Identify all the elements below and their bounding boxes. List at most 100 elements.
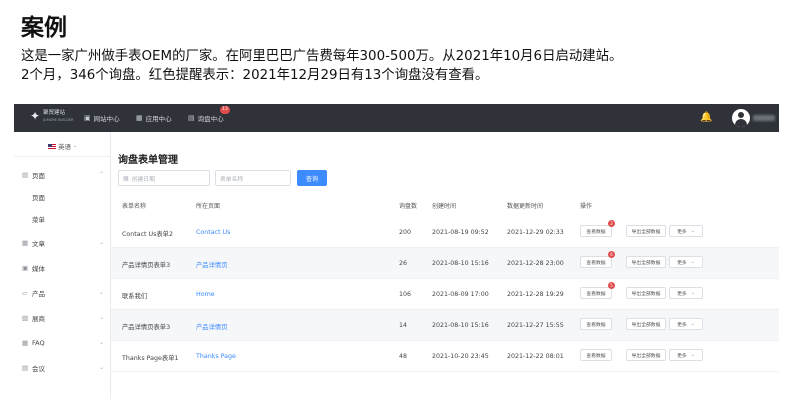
cell-created-time: 2021-08-10 15:16 bbox=[432, 260, 489, 267]
cell-inquiry-count: 48 bbox=[399, 353, 408, 360]
sidebar: 英语 ⌄ ▤ 页面 ⌃ 页面 菜单 ▦ 文章 ⌄ ▣ 媒体 ▱ 产品 ⌄ ▧ 展… bbox=[14, 132, 111, 399]
view-data-button[interactable]: 查看数据 bbox=[580, 318, 612, 330]
export-all-button[interactable]: 导出全部数据 bbox=[626, 349, 666, 361]
form-name-input[interactable]: 表单名称 bbox=[215, 170, 291, 186]
media-icon: ▣ bbox=[22, 264, 29, 272]
chevron-up-icon: ⌃ bbox=[98, 171, 104, 178]
date-filter-input[interactable]: ▦ 创建日期 bbox=[118, 170, 210, 186]
nav-label: 应用中心 bbox=[145, 115, 172, 123]
sidebar-item-label: 产品 bbox=[32, 290, 45, 298]
column-header-form-name: 表单名称 bbox=[122, 203, 147, 210]
logo-name: 聚贸建站 bbox=[43, 110, 66, 116]
top-navigation-bar: ✦ 聚贸建站 JUMORE BUILDER ▣ 网站中心 ▦ 应用中心 ▤ 询盘… bbox=[14, 104, 779, 132]
export-all-button[interactable]: 导出全部数据 bbox=[626, 318, 666, 330]
unread-badge: 5 bbox=[608, 282, 615, 289]
blurred-username[interactable] bbox=[753, 115, 775, 121]
view-data-button[interactable]: 查看数据 bbox=[580, 256, 612, 268]
main-content: 询盘表单管理 ▦ 创建日期 表单名称 查询 表单名称 所在页面 询盘数 创建时间… bbox=[111, 132, 779, 399]
page-title: 询盘表单管理 bbox=[118, 155, 178, 166]
cell-inquiry-count: 106 bbox=[399, 291, 412, 298]
sidebar-item-articles[interactable]: ▦ 文章 ⌄ bbox=[22, 237, 104, 249]
export-all-button[interactable]: 导出全部数据 bbox=[626, 225, 666, 237]
more-dropdown[interactable]: 更多 ⌄ bbox=[669, 287, 703, 299]
nav-app-center[interactable]: ▦ 应用中心 bbox=[136, 104, 172, 132]
cell-form-name: 产品详情页表单3 bbox=[122, 262, 171, 269]
sidebar-item-meetings[interactable]: ▤ 会议 ⌄ bbox=[22, 362, 104, 374]
logo[interactable]: ✦ 聚贸建站 JUMORE BUILDER bbox=[30, 108, 74, 128]
cell-page-link[interactable]: Contact Us bbox=[196, 229, 230, 236]
more-label: 更多 bbox=[677, 260, 687, 266]
cell-updated-time: 2021-12-27 15:55 bbox=[507, 322, 564, 329]
description-line-2: 2个月，346个询盘。红色提醒表示：2021年12月29日有13个询盘没有查看。 bbox=[21, 68, 489, 83]
faq-icon: ▦ bbox=[22, 339, 29, 347]
sidebar-item-products[interactable]: ▱ 产品 ⌄ bbox=[22, 287, 104, 299]
chevron-down-icon: ⌄ bbox=[73, 143, 78, 149]
sidebar-item-pages[interactable]: ▤ 页面 ⌃ bbox=[22, 169, 104, 181]
chevron-down-icon: ⌄ bbox=[690, 259, 695, 265]
cell-inquiry-count: 26 bbox=[399, 260, 408, 267]
cell-updated-time: 2021-12-28 19:29 bbox=[507, 291, 564, 298]
monitor-icon: ▣ bbox=[84, 114, 91, 122]
cell-updated-time: 2021-12-28 23:00 bbox=[507, 260, 564, 267]
sidebar-item-label: FAQ bbox=[32, 339, 45, 347]
language-label: 英语 bbox=[58, 143, 71, 151]
slide-title: 案例 bbox=[21, 15, 67, 41]
view-data-button[interactable]: 查看数据 bbox=[580, 225, 612, 237]
nav-website-center[interactable]: ▣ 网站中心 bbox=[84, 104, 120, 132]
sidebar-item-faq[interactable]: ▦ FAQ ⌄ bbox=[22, 337, 104, 349]
sidebar-item-label: 会议 bbox=[32, 365, 45, 373]
sidebar-subitem-menu[interactable]: 菜单 bbox=[32, 214, 45, 224]
column-header-actions: 操作 bbox=[580, 203, 593, 210]
cell-page-link[interactable]: Home bbox=[196, 291, 215, 298]
sidebar-item-label: 展商 bbox=[32, 315, 45, 323]
more-label: 更多 bbox=[677, 353, 687, 359]
inbox-icon: ▤ bbox=[188, 114, 195, 122]
more-dropdown[interactable]: 更多 ⌄ bbox=[669, 256, 703, 268]
cell-created-time: 2021-10-20 23:45 bbox=[432, 353, 489, 360]
sidebar-item-exhibitors[interactable]: ▧ 展商 ⌄ bbox=[22, 312, 104, 324]
table-row: 产品详情页表单3 产品详情页 26 2021-08-10 15:16 2021-12-2… bbox=[111, 248, 779, 279]
more-dropdown[interactable]: 更多 ⌄ bbox=[669, 318, 703, 330]
view-data-button[interactable]: 查看数据 bbox=[580, 349, 612, 361]
sidebar-item-label: 页面 bbox=[32, 172, 45, 180]
query-button[interactable]: 查询 bbox=[297, 170, 327, 186]
cell-created-time: 2021-08-19 09:52 bbox=[432, 229, 489, 236]
column-header-created: 创建时间 bbox=[432, 203, 457, 210]
product-icon: ▱ bbox=[22, 289, 27, 297]
column-header-updated: 数据更新时间 bbox=[507, 203, 544, 210]
export-all-button[interactable]: 导出全部数据 bbox=[626, 287, 666, 299]
language-selector[interactable]: 英语 ⌄ bbox=[48, 141, 77, 151]
nav-label: 网站中心 bbox=[93, 115, 120, 123]
avatar[interactable] bbox=[732, 109, 750, 127]
more-dropdown[interactable]: 更多 ⌄ bbox=[669, 225, 703, 237]
cell-form-name: 联系我们 bbox=[122, 293, 148, 300]
cell-inquiry-count: 200 bbox=[399, 229, 412, 236]
chevron-down-icon: ⌄ bbox=[690, 352, 695, 358]
cell-updated-time: 2021-12-29 02:33 bbox=[507, 229, 564, 236]
cell-page-link[interactable]: 产品详情页 bbox=[196, 260, 227, 269]
app-icon: ▦ bbox=[136, 114, 143, 122]
form-name-placeholder: 表单名称 bbox=[220, 176, 244, 183]
more-dropdown[interactable]: 更多 ⌄ bbox=[669, 349, 703, 361]
nav-inquiry-center[interactable]: ▤ 询盘中心 bbox=[188, 104, 224, 132]
meeting-icon: ▤ bbox=[22, 364, 29, 372]
table-row: 产品详情页表单3 产品详情页 14 2021-08-10 15:16 2021-12-2… bbox=[111, 310, 779, 341]
sidebar-subitem-pages[interactable]: 页面 bbox=[32, 192, 45, 202]
app-screenshot: ✦ 聚贸建站 JUMORE BUILDER ▣ 网站中心 ▦ 应用中心 ▤ 询盘… bbox=[14, 104, 779, 399]
cell-page-link[interactable]: 产品详情页 bbox=[196, 322, 227, 331]
sidebar-item-label: 媒体 bbox=[32, 265, 45, 273]
us-flag-icon bbox=[48, 143, 56, 149]
date-filter-placeholder: 创建日期 bbox=[131, 176, 155, 183]
view-data-button[interactable]: 查看数据 bbox=[580, 287, 612, 299]
export-all-button[interactable]: 导出全部数据 bbox=[626, 256, 666, 268]
chevron-down-icon: ⌄ bbox=[690, 290, 695, 296]
column-header-page: 所在页面 bbox=[196, 203, 221, 210]
nav-label: 询盘中心 bbox=[197, 115, 224, 123]
cell-page-link[interactable]: Thanks Page bbox=[196, 353, 236, 360]
logo-subtitle: JUMORE BUILDER bbox=[43, 118, 74, 122]
sidebar-item-media[interactable]: ▣ 媒体 bbox=[22, 262, 104, 274]
cell-created-time: 2021-08-09 17:00 bbox=[432, 291, 489, 298]
slide-description: 这是一家广州做手表OEM的厂家。在阿里巴巴广告费每年300-500万。从2021… bbox=[21, 47, 622, 85]
cell-updated-time: 2021-12-22 08:01 bbox=[507, 353, 564, 360]
bell-icon[interactable]: 🔔 bbox=[700, 112, 712, 124]
